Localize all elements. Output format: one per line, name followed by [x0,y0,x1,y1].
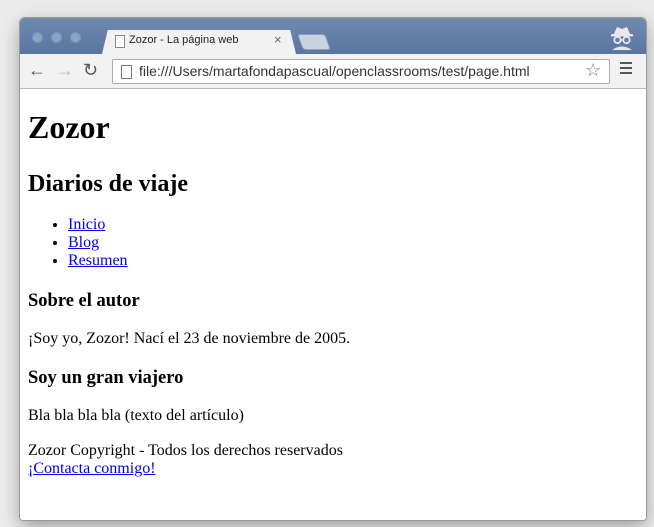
address-bar[interactable]: file:///Users/martafondapascual/openclas… [112,59,610,84]
tab-close-icon[interactable]: × [274,32,282,47]
forward-icon[interactable]: → [56,60,74,80]
bookmark-star-icon[interactable]: ☆ [585,60,601,81]
incognito-icon [611,27,633,50]
reload-icon[interactable]: ↻ [83,60,98,80]
browser-tab[interactable]: Zozor - La página web × [102,30,296,54]
nav-menu: Inicio Blog Resumen [48,216,128,270]
nav-link-blog[interactable]: Blog [68,234,99,251]
url-text[interactable]: file:///Users/martafondapascual/openclas… [139,63,530,79]
new-tab-button[interactable] [297,34,331,50]
tab-title: Zozor - La página web [129,34,239,46]
zoom-window-button[interactable] [70,32,81,43]
browser-window: Zozor - La página web × ← → ↻ file:///Us… [20,18,646,520]
close-window-button[interactable] [32,32,43,43]
page-title: Zozor [28,109,110,145]
minimize-window-button[interactable] [51,32,62,43]
browser-toolbar: ← → ↻ file:///Users/martafondapascual/op… [20,54,646,89]
nav-item: Inicio [68,216,128,234]
title-bar: Zozor - La página web × [20,18,646,54]
menu-icon[interactable] [620,62,632,77]
about-heading: Sobre el autor [28,291,140,311]
contact-link[interactable]: ¡Contacta conmigo! [28,460,156,477]
article-text: Bla bla bla bla (texto del artículo) [28,407,244,424]
nav-item: Resumen [68,252,128,270]
nav-link-resumen[interactable]: Resumen [68,252,128,269]
tab-page-icon [115,35,125,48]
page-icon [121,65,132,79]
nav-link-inicio[interactable]: Inicio [68,216,105,233]
page-subtitle: Diarios de viaje [28,171,188,197]
footer-copyright: Zozor Copyright - Todos los derechos res… [28,442,343,459]
about-text: ¡Soy yo, Zozor! Nací el 23 de noviembre … [28,330,351,347]
page-content: Zozor Diarios de viaje Inicio Blog Resum… [20,89,646,520]
footer: Zozor Copyright - Todos los derechos res… [28,442,343,478]
back-icon[interactable]: ← [28,60,46,80]
article-heading: Soy un gran viajero [28,368,184,388]
nav-item: Blog [68,234,128,252]
